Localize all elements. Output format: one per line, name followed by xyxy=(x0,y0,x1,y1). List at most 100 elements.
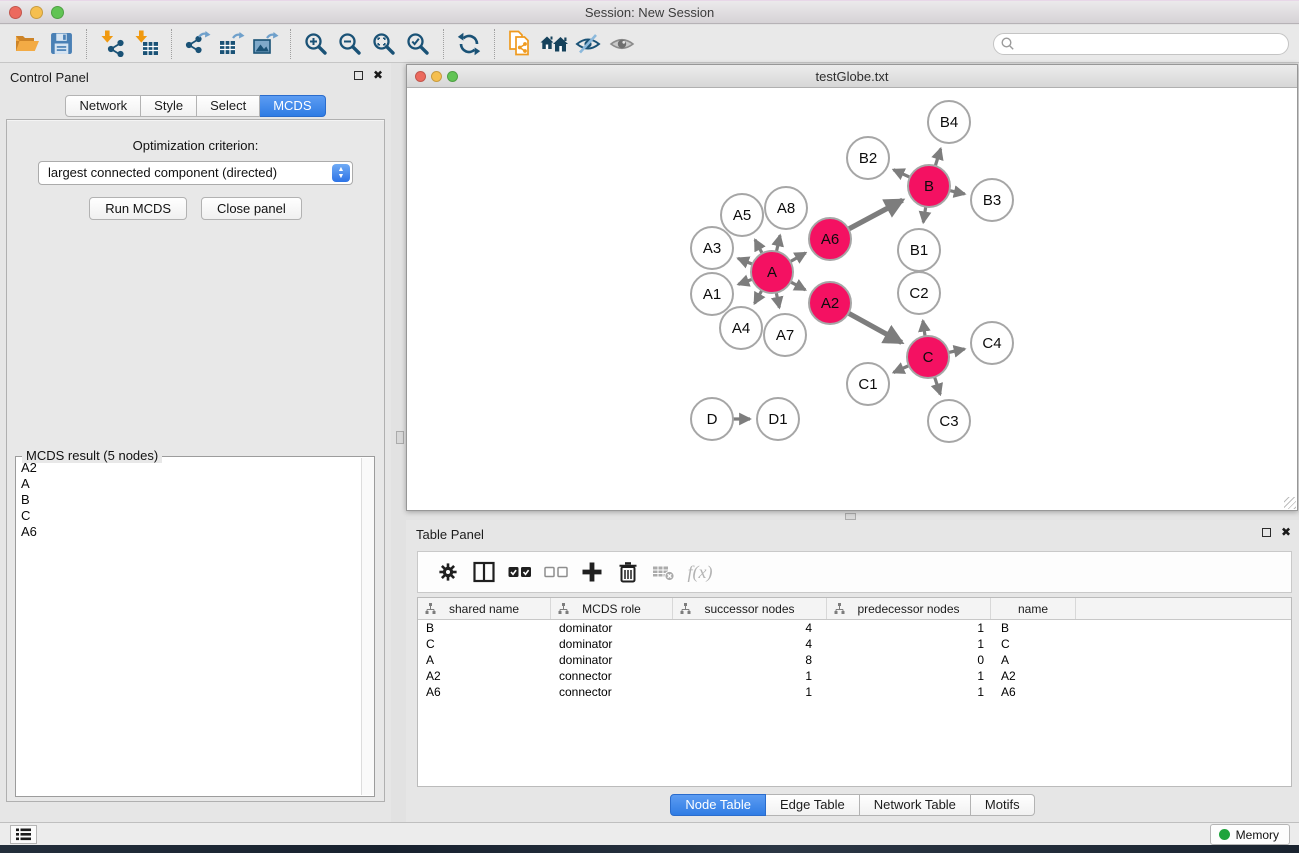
run-mcds-button[interactable]: Run MCDS xyxy=(89,197,187,220)
vertical-splitter-handle[interactable] xyxy=(396,431,404,444)
result-item-C[interactable]: C xyxy=(17,508,360,524)
home-views-button[interactable] xyxy=(537,28,571,60)
graph-node-label: B1 xyxy=(910,242,928,259)
optimization-criterion-dropdown[interactable]: largest connected component (directed) ▲… xyxy=(38,161,353,185)
optimization-criterion-label: Optimization criterion: xyxy=(7,138,384,153)
control-panel-tabs: NetworkStyleSelectMCDS xyxy=(0,95,391,117)
mcds-tab-content: Optimization criterion: largest connecte… xyxy=(6,119,385,802)
task-history-button[interactable] xyxy=(10,825,37,844)
float-panel-icon[interactable] xyxy=(354,71,363,80)
zoom-selected-icon xyxy=(406,32,430,56)
memory-button[interactable]: Memory xyxy=(1210,824,1290,845)
refresh-view-button[interactable] xyxy=(452,28,486,60)
zoom-in-icon xyxy=(304,32,328,56)
toggle-panes-button[interactable] xyxy=(466,555,502,589)
status-bar: Memory xyxy=(0,822,1299,845)
function-builder-button[interactable]: f(x) xyxy=(682,555,718,589)
tab-motifs[interactable]: Motifs xyxy=(971,794,1035,816)
hierarchy-icon xyxy=(834,603,845,617)
tab-select[interactable]: Select xyxy=(197,95,260,117)
graph-node-label: A5 xyxy=(733,207,751,224)
zoom-in-button[interactable] xyxy=(299,28,333,60)
result-item-A6[interactable]: A6 xyxy=(17,524,360,540)
open-session-button[interactable] xyxy=(10,28,44,60)
table-panel-tabs: Node TableEdge TableNetwork TableMotifs xyxy=(406,794,1299,816)
table-settings-button[interactable] xyxy=(430,555,466,589)
network-window-title: testGlobe.txt xyxy=(407,69,1297,84)
tab-edge-table[interactable]: Edge Table xyxy=(766,794,860,816)
import-table-button[interactable] xyxy=(129,28,163,60)
tab-mcds[interactable]: MCDS xyxy=(260,95,325,117)
result-item-A[interactable]: A xyxy=(17,476,360,492)
toolbar-separator xyxy=(443,29,444,59)
graph-node-label: A4 xyxy=(732,320,750,337)
search-input[interactable] xyxy=(1015,35,1288,53)
graph-node-label: B4 xyxy=(940,114,958,131)
table-row-C[interactable]: Cdominator41C xyxy=(418,636,1291,652)
houses-icon xyxy=(540,33,569,54)
select-all-columns-button[interactable] xyxy=(502,555,538,589)
result-item-B[interactable]: B xyxy=(17,492,360,508)
graph-node-label: A7 xyxy=(776,327,794,344)
hide-graphics-details-button[interactable] xyxy=(571,28,605,60)
window-resize-grip[interactable] xyxy=(1284,497,1296,509)
export-image-button[interactable] xyxy=(248,28,282,60)
memory-status-icon xyxy=(1219,829,1230,840)
export-table-button[interactable] xyxy=(214,28,248,60)
graph-node-label: A8 xyxy=(777,200,795,217)
graph-node-label: C xyxy=(923,349,934,366)
export-network-button[interactable] xyxy=(180,28,214,60)
table-row-B[interactable]: Bdominator41B xyxy=(418,620,1291,636)
tab-node-table[interactable]: Node Table xyxy=(670,794,766,816)
app-titlebar: Session: New Session xyxy=(0,0,1299,24)
table-panel: Table Panel ✖ xyxy=(406,520,1299,822)
delete-table-button[interactable] xyxy=(646,555,682,589)
table-row-A[interactable]: Adominator80A xyxy=(418,652,1291,668)
add-column-button[interactable] xyxy=(574,555,610,589)
import-table-icon xyxy=(133,30,160,57)
zoom-out-button[interactable] xyxy=(333,28,367,60)
graph-node-label: A3 xyxy=(703,240,721,257)
save-session-button[interactable] xyxy=(44,28,78,60)
tab-style[interactable]: Style xyxy=(141,95,197,117)
toolbar-separator xyxy=(290,29,291,59)
close-panel-icon[interactable]: ✖ xyxy=(373,70,383,80)
zoom-selected-button[interactable] xyxy=(401,28,435,60)
result-item-A2[interactable]: A2 xyxy=(17,460,360,476)
tab-network[interactable]: Network xyxy=(65,95,141,117)
duplicate-network-view-button[interactable] xyxy=(503,28,537,60)
open-folder-icon xyxy=(14,32,41,55)
unselect-all-columns-button[interactable] xyxy=(538,555,574,589)
table-body: Bdominator41BCdominator41CAdominator80AA… xyxy=(418,620,1291,700)
graph-node-label: A xyxy=(767,264,777,281)
column-header-MCDS-role[interactable]: MCDS role xyxy=(551,598,673,619)
float-table-panel-icon[interactable] xyxy=(1262,528,1271,537)
network-window-titlebar[interactable]: testGlobe.txt xyxy=(407,65,1297,88)
zoom-fit-button[interactable] xyxy=(367,28,401,60)
column-header-successor-nodes[interactable]: successor nodes xyxy=(673,598,827,619)
table-row-A2[interactable]: A2connector11A2 xyxy=(418,668,1291,684)
search-field[interactable] xyxy=(993,33,1289,55)
horizontal-splitter-handle[interactable] xyxy=(845,513,856,520)
graph-node-label: B2 xyxy=(859,150,877,167)
column-header-shared-name[interactable]: shared name xyxy=(418,598,551,619)
result-list-scrollbar[interactable] xyxy=(361,458,374,795)
close-table-panel-icon[interactable]: ✖ xyxy=(1281,527,1291,537)
gear-icon xyxy=(437,561,459,583)
main-toolbar xyxy=(0,25,1299,63)
window-title: Session: New Session xyxy=(0,5,1299,20)
hierarchy-icon xyxy=(558,603,569,617)
close-panel-button[interactable]: Close panel xyxy=(201,197,302,220)
import-network-button[interactable] xyxy=(95,28,129,60)
table-row-A6[interactable]: A6connector11A6 xyxy=(418,684,1291,700)
graph-node-label: D xyxy=(707,411,718,428)
toolbar-separator xyxy=(171,29,172,59)
show-graphics-details-button[interactable] xyxy=(605,28,639,60)
column-header-predecessor-nodes[interactable]: predecessor nodes xyxy=(827,598,991,619)
delete-columns-button[interactable] xyxy=(610,555,646,589)
column-header-name[interactable]: name xyxy=(991,598,1076,619)
dropdown-stepper-icon: ▲▼ xyxy=(332,164,350,182)
graph-node-label: C1 xyxy=(858,376,877,393)
network-canvas[interactable]: B4B2BB3A8A5A6A3B1AC2A1A2A4A7C4CC1DD1C3 xyxy=(407,88,1297,510)
tab-network-table[interactable]: Network Table xyxy=(860,794,971,816)
